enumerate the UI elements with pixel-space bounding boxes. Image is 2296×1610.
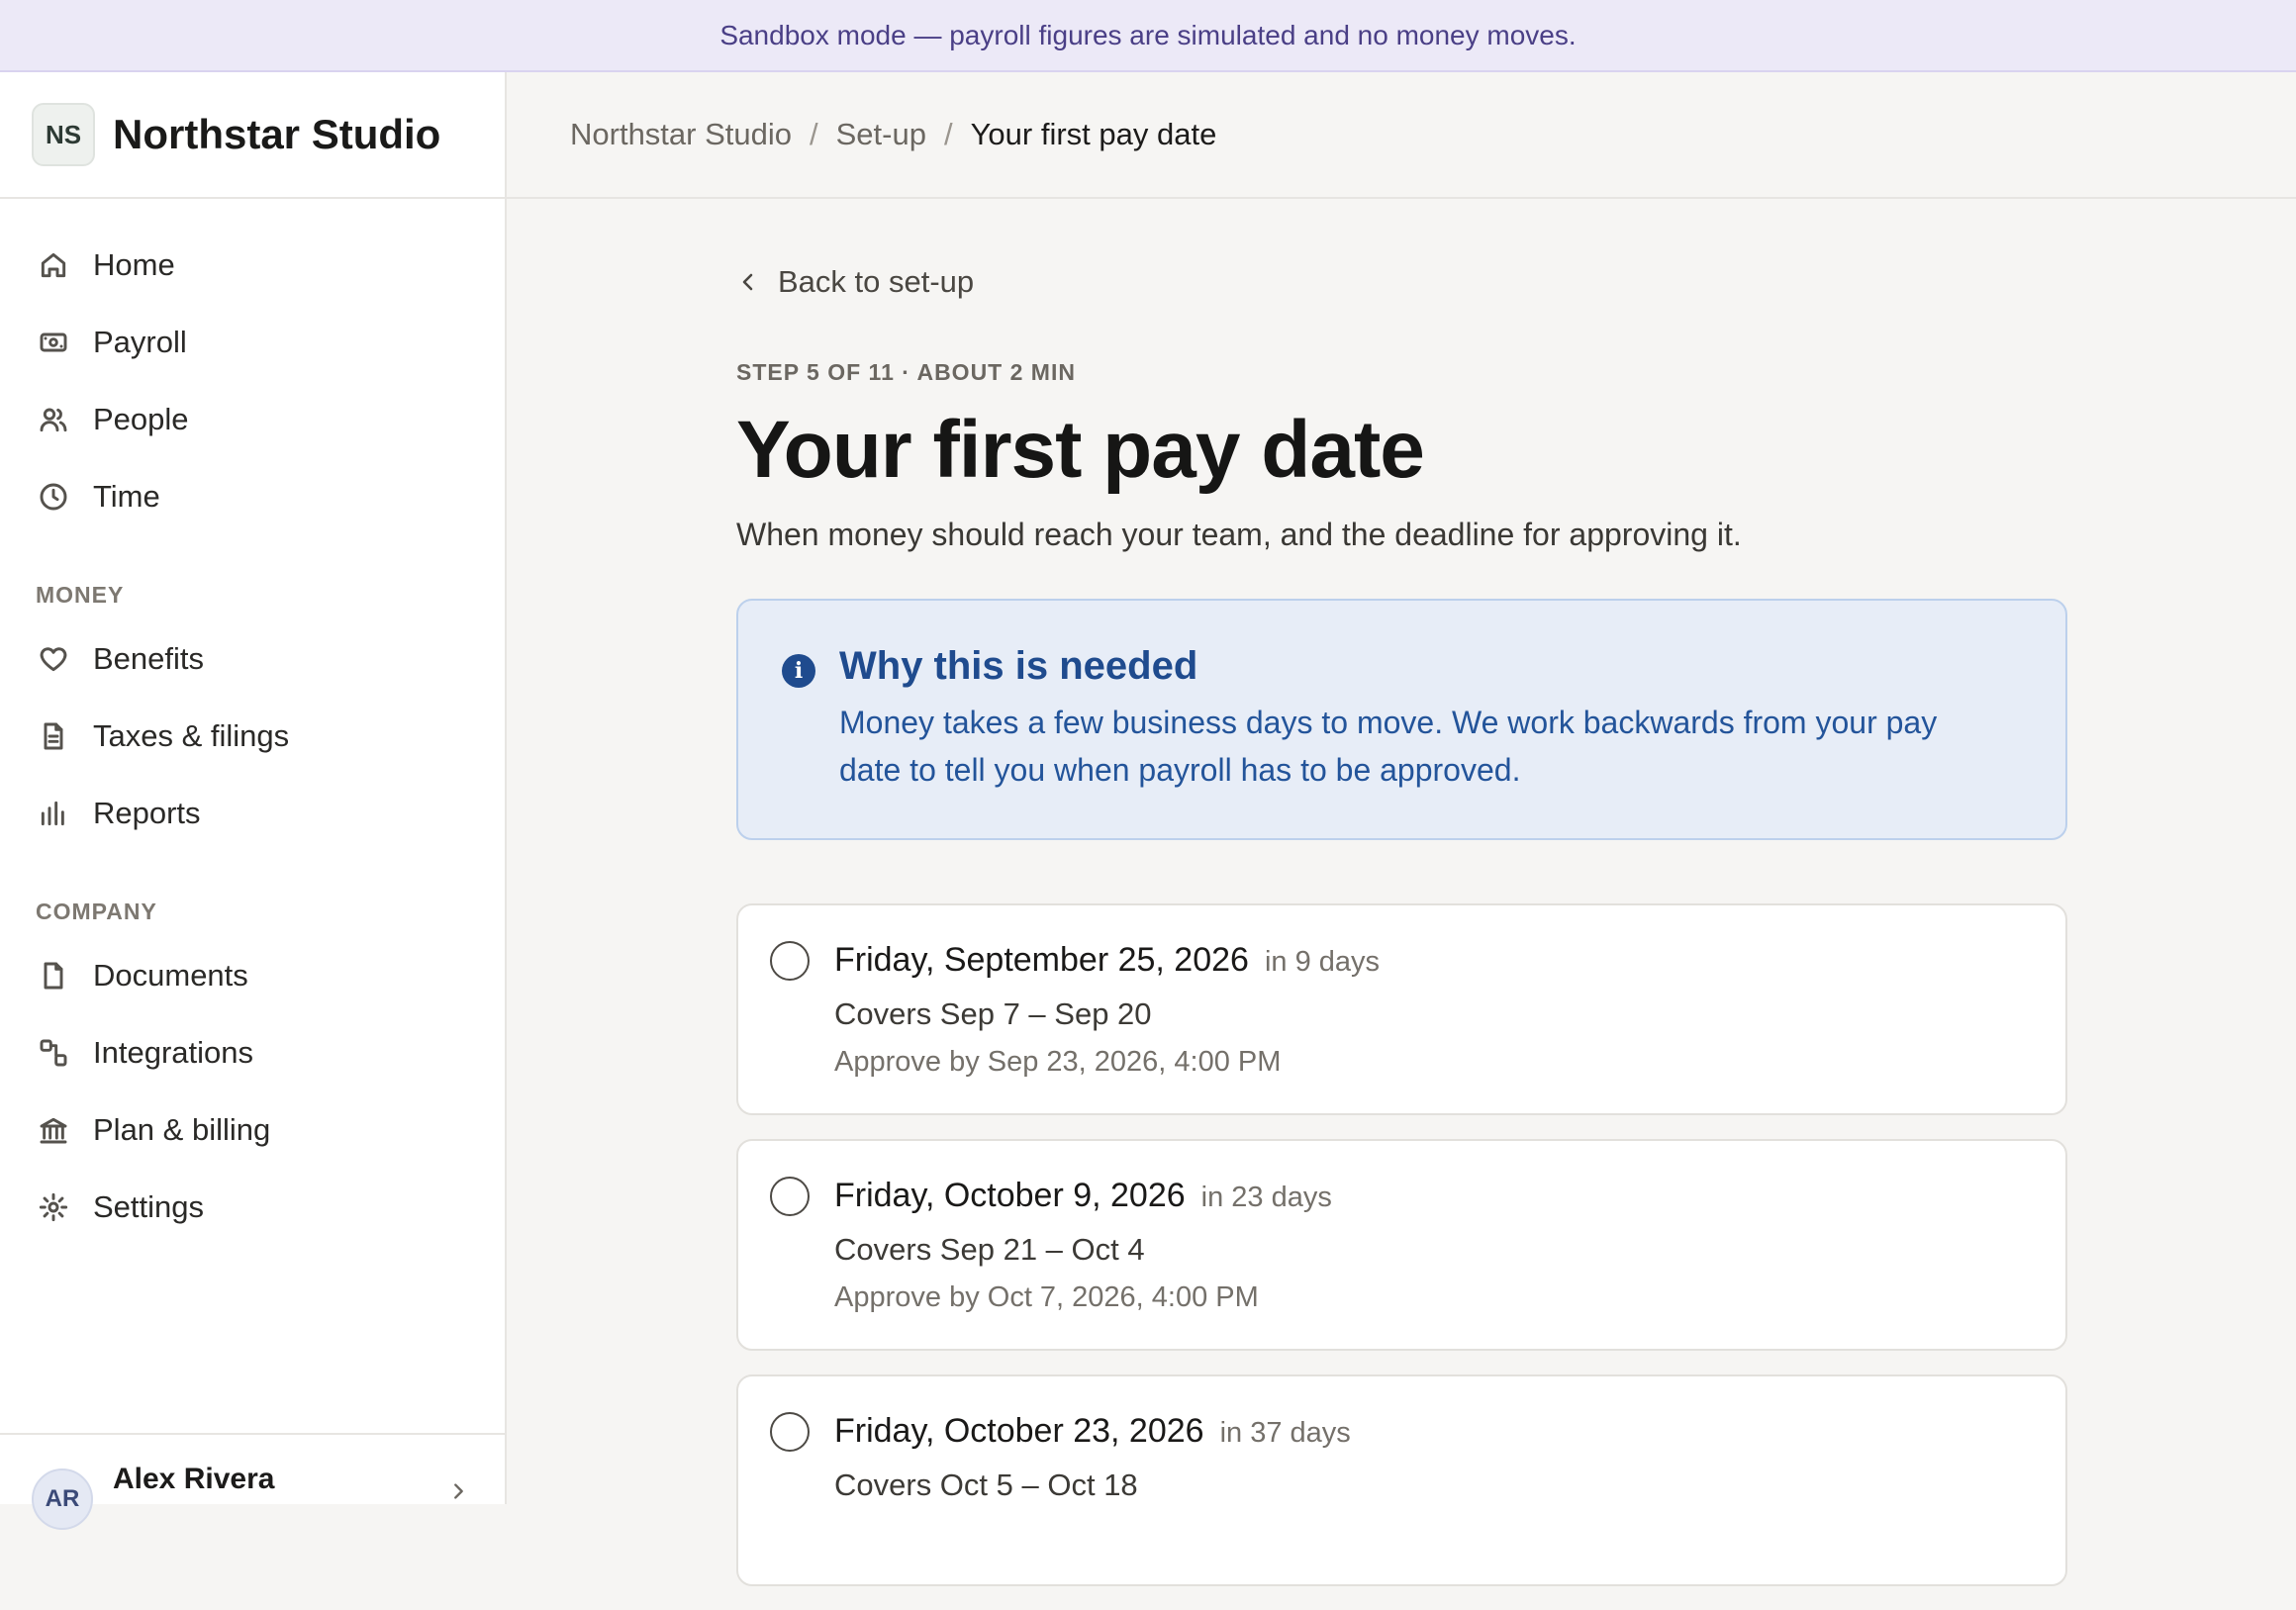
avatar: AR — [32, 1468, 93, 1530]
approval-deadline: Approve by Oct 7, 2026, 4:00 PM — [834, 1281, 1259, 1313]
file-icon — [36, 958, 71, 994]
sidebar-item-label: Time — [93, 479, 160, 514]
sandbox-banner: Sandbox mode — payroll figures are simul… — [0, 0, 2296, 72]
sandbox-banner-text: Sandbox mode — payroll figures are simul… — [719, 19, 1577, 50]
sidebar-item-home[interactable]: Home — [0, 227, 505, 304]
info-icon: i — [782, 654, 815, 688]
sidebar-item-reports[interactable]: Reports — [0, 775, 505, 852]
pay-date: Friday, October 9, 2026 — [834, 1177, 1186, 1214]
page-title: Your first pay date — [736, 405, 1425, 495]
chevron-right-icon — [447, 1480, 469, 1507]
pay-date-options: Friday, September 25, 2026 in 9 days Cov… — [736, 903, 2067, 1586]
chevron-left-icon — [742, 273, 753, 291]
pay-date-option[interactable]: Friday, October 23, 2026 in 37 days Cove… — [736, 1374, 2067, 1586]
sidebar-item-label: Taxes & filings — [93, 718, 290, 753]
sidebar-item-label: People — [93, 402, 189, 436]
radio-button[interactable] — [770, 1412, 810, 1452]
breadcrumb-current: Your first pay date — [970, 117, 1217, 151]
info-callout-title: Why this is needed — [839, 644, 1198, 688]
pay-date: Friday, October 23, 2026 — [834, 1412, 1204, 1450]
info-callout-body: Money takes a few business days to move.… — [839, 705, 1938, 788]
breadcrumb: Northstar Studio / Set-up / Your first p… — [507, 72, 2296, 199]
sidebar-item-label: Plan & billing — [93, 1112, 271, 1147]
sidebar-item-label: Settings — [93, 1189, 205, 1224]
user-menu[interactable]: AR Alex Rivera — [0, 1433, 505, 1530]
back-link-label: Back to set-up — [778, 264, 975, 299]
sidebar: NS Northstar Studio Home Payroll People … — [0, 72, 507, 1530]
pay-period-covers: Covers Oct 5 – Oct 18 — [834, 1468, 1138, 1502]
pay-date-relative: in 9 days — [1264, 946, 1381, 978]
sidebar-item-plan-billing[interactable]: Plan & billing — [0, 1091, 505, 1169]
sidebar-item-documents[interactable]: Documents — [0, 937, 505, 1014]
pay-date-option[interactable]: Friday, October 9, 2026 in 23 days Cover… — [736, 1139, 2067, 1351]
heart-icon — [36, 641, 71, 677]
radio-button[interactable] — [770, 1177, 810, 1216]
sidebar-item-label: Integrations — [93, 1035, 253, 1070]
nav-section-money: MONEY — [36, 582, 125, 608]
breadcrumb-item-company[interactable]: Northstar Studio — [570, 117, 792, 152]
breadcrumb-separator: / — [943, 117, 953, 151]
company-logo: NS — [32, 103, 95, 166]
pay-date-option[interactable]: Friday, September 25, 2026 in 9 days Cov… — [736, 903, 2067, 1115]
sidebar-item-settings[interactable]: Settings — [0, 1169, 505, 1246]
back-link[interactable]: Back to set-up — [736, 264, 974, 300]
bank-icon — [36, 1112, 71, 1148]
breadcrumb-separator: / — [810, 117, 818, 151]
pay-period-covers: Covers Sep 21 – Oct 4 — [834, 1232, 1145, 1267]
brand[interactable]: NS Northstar Studio — [0, 72, 505, 199]
document-icon — [36, 718, 71, 754]
pay-date: Friday, September 25, 2026 — [834, 941, 1249, 979]
gear-icon — [36, 1189, 71, 1225]
breadcrumb-item-setup[interactable]: Set-up — [836, 117, 926, 152]
sidebar-nav: Home Payroll People Time MONEY Benefits … — [0, 199, 505, 1246]
pay-date-relative: in 37 days — [1219, 1417, 1351, 1449]
info-callout: i Why this is needed Money takes a few b… — [736, 599, 2067, 840]
clock-icon — [36, 479, 71, 515]
main-content: Back to set-up STEP 5 OF 11 · ABOUT 2 MI… — [736, 199, 2067, 1610]
company-name: Northstar Studio — [113, 111, 441, 157]
pay-period-covers: Covers Sep 7 – Sep 20 — [834, 996, 1152, 1031]
sidebar-item-people[interactable]: People — [0, 381, 505, 458]
sidebar-item-label: Benefits — [93, 641, 205, 676]
sidebar-item-label: Reports — [93, 796, 201, 830]
sidebar-item-payroll[interactable]: Payroll — [0, 304, 505, 381]
sidebar-item-time[interactable]: Time — [0, 458, 505, 535]
user-name: Alex Rivera — [113, 1463, 275, 1495]
approval-deadline: Approve by Sep 23, 2026, 4:00 PM — [834, 1046, 1282, 1078]
step-indicator: STEP 5 OF 11 · ABOUT 2 MIN — [736, 359, 1076, 385]
sidebar-item-label: Home — [93, 247, 175, 282]
payroll-icon — [36, 325, 71, 360]
sidebar-item-benefits[interactable]: Benefits — [0, 620, 505, 698]
sidebar-item-integrations[interactable]: Integrations — [0, 1014, 505, 1091]
bar-chart-icon — [36, 796, 71, 831]
home-icon — [36, 247, 71, 283]
page-subtitle: When money should reach your team, and t… — [736, 517, 1742, 552]
integrations-icon — [36, 1035, 71, 1071]
sidebar-item-label: Payroll — [93, 325, 187, 359]
radio-button[interactable] — [770, 941, 810, 981]
people-icon — [36, 402, 71, 437]
sidebar-item-taxes[interactable]: Taxes & filings — [0, 698, 505, 775]
nav-section-company: COMPANY — [36, 899, 157, 924]
sidebar-item-label: Documents — [93, 958, 248, 993]
pay-date-relative: in 23 days — [1200, 1182, 1332, 1213]
